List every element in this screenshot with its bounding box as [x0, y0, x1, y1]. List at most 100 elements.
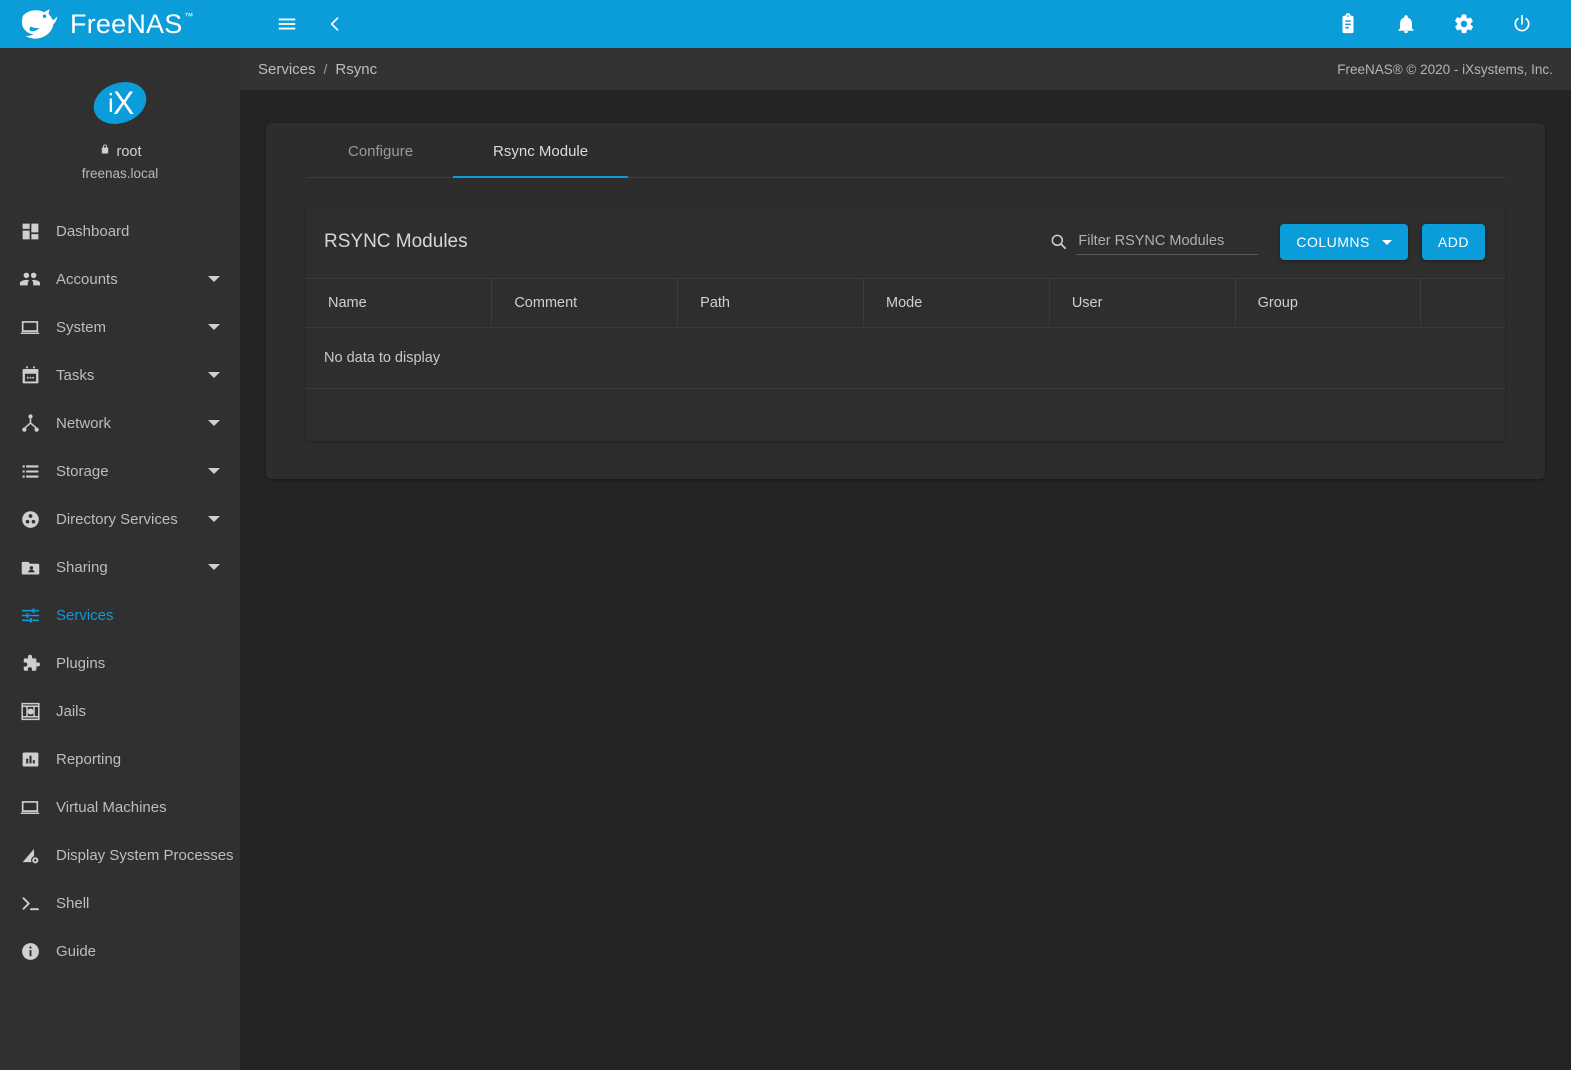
- tab-rsync-module[interactable]: Rsync Module: [453, 123, 628, 178]
- table-title: RSYNC Modules: [324, 231, 468, 253]
- sidebar-item-label: System: [48, 319, 208, 336]
- sidebar-item-network[interactable]: Network: [0, 399, 240, 447]
- column-header-group[interactable]: Group: [1235, 279, 1421, 328]
- guide-info-icon: [12, 941, 48, 962]
- page-scroll: Configure Rsync Module RSYNC Modules: [240, 90, 1571, 1070]
- toolbar-actions: COLUMNS ADD: [1049, 224, 1485, 260]
- clipboard-icon[interactable]: [1331, 7, 1365, 41]
- top-bar: FreeNAS™: [0, 0, 1571, 48]
- sidebar-item-guide[interactable]: Guide: [0, 927, 240, 975]
- search-icon: [1049, 232, 1068, 255]
- sidebar-item-services[interactable]: Services: [0, 591, 240, 639]
- column-header-comment[interactable]: Comment: [492, 279, 678, 328]
- sidebar-item-dashboard[interactable]: Dashboard: [0, 207, 240, 255]
- display-system-processes-icon: [12, 845, 48, 866]
- sidebar-item-shell[interactable]: Shell: [0, 879, 240, 927]
- columns-button-label: COLUMNS: [1296, 234, 1370, 250]
- brand-name: FreeNAS™: [70, 11, 182, 38]
- column-header-mode[interactable]: Mode: [863, 279, 1049, 328]
- column-header-user[interactable]: User: [1049, 279, 1235, 328]
- sidebar-item-jails[interactable]: Jails: [0, 687, 240, 735]
- directory-services-icon: [12, 509, 48, 530]
- sidebar: i X root freenas.local: [0, 48, 240, 1070]
- bell-icon[interactable]: [1389, 7, 1423, 41]
- rsync-modules-table: Name Comment Path Mode User Group: [306, 278, 1505, 389]
- sidebar-item-display-system-processes[interactable]: Display System Processes: [0, 831, 240, 879]
- top-bar-actions: [240, 0, 1571, 48]
- table-empty-row: No data to display: [306, 328, 1505, 389]
- columns-button[interactable]: COLUMNS: [1280, 224, 1408, 260]
- sidebar-item-label: Storage: [48, 463, 208, 480]
- brand-logo[interactable]: FreeNAS™: [0, 0, 240, 48]
- storage-icon: [12, 461, 48, 482]
- hamburger-menu-icon[interactable]: [270, 7, 304, 41]
- chevron-down-icon[interactable]: [208, 516, 220, 522]
- freenas-app: FreeNAS™: [0, 0, 1571, 1070]
- plugins-puzzle-icon: [12, 653, 48, 674]
- gear-icon[interactable]: [1447, 7, 1481, 41]
- sidebar-item-label: Virtual Machines: [48, 799, 224, 816]
- sidebar-item-reporting[interactable]: Reporting: [0, 735, 240, 783]
- sharing-folder-icon: [12, 557, 48, 578]
- search-box: [1049, 230, 1266, 255]
- sidebar-item-label: Tasks: [48, 367, 208, 384]
- sidebar-item-label: Plugins: [48, 655, 224, 672]
- sidebar-item-label: Network: [48, 415, 208, 432]
- sidebar-username-text: root: [117, 142, 142, 162]
- sidebar-item-label: Reporting: [48, 751, 224, 768]
- table-header-row: Name Comment Path Mode User Group: [306, 279, 1505, 328]
- add-button[interactable]: ADD: [1422, 224, 1485, 260]
- accounts-people-icon: [12, 268, 48, 290]
- ix-avatar-icon: i X: [91, 74, 149, 132]
- tab-bar: Configure Rsync Module: [306, 123, 1505, 178]
- lock-icon: [99, 142, 111, 162]
- sidebar-hostname: freenas.local: [0, 166, 240, 181]
- virtual-machines-icon: [12, 796, 48, 818]
- chevron-down-icon[interactable]: [208, 276, 220, 282]
- table-body: No data to display: [306, 328, 1505, 389]
- tab-configure[interactable]: Configure: [308, 123, 453, 178]
- chevron-down-icon[interactable]: [208, 420, 220, 426]
- system-laptop-icon: [12, 316, 48, 338]
- column-header-path[interactable]: Path: [678, 279, 864, 328]
- sidebar-item-label: Display System Processes: [48, 847, 234, 864]
- network-icon: [12, 413, 48, 434]
- sidebar-item-directory-services[interactable]: Directory Services: [0, 495, 240, 543]
- chevron-left-icon[interactable]: [318, 7, 352, 41]
- breadcrumb-item-services[interactable]: Services: [250, 61, 324, 78]
- breadcrumb-item-rsync: Rsync: [327, 61, 385, 78]
- sidebar-item-storage[interactable]: Storage: [0, 447, 240, 495]
- sidebar-item-label: Shell: [48, 895, 224, 912]
- power-icon[interactable]: [1505, 7, 1539, 41]
- services-sliders-icon: [12, 605, 48, 626]
- content-area: Services / Rsync FreeNAS® © 2020 - iXsys…: [240, 48, 1571, 1070]
- rsync-panel: Configure Rsync Module RSYNC Modules: [266, 123, 1545, 479]
- sidebar-item-sharing[interactable]: Sharing: [0, 543, 240, 591]
- sidebar-item-virtual-machines[interactable]: Virtual Machines: [0, 783, 240, 831]
- column-header-name[interactable]: Name: [306, 279, 492, 328]
- tasks-calendar-icon: [12, 365, 48, 386]
- freenas-fish-logo-icon: [18, 7, 60, 41]
- topbar-action-group: [1331, 7, 1553, 41]
- search-input[interactable]: [1076, 230, 1258, 255]
- chevron-down-icon[interactable]: [208, 468, 220, 474]
- sidebar-item-tasks[interactable]: Tasks: [0, 351, 240, 399]
- table-toolbar: RSYNC Modules COLUMNS: [306, 206, 1505, 278]
- sidebar-item-label: Accounts: [48, 271, 208, 288]
- sidebar-item-label: Jails: [48, 703, 224, 720]
- sidebar-item-accounts[interactable]: Accounts: [0, 255, 240, 303]
- table-header: Name Comment Path Mode User Group: [306, 279, 1505, 328]
- sidebar-item-label: Guide: [48, 943, 224, 960]
- sidebar-item-system[interactable]: System: [0, 303, 240, 351]
- chevron-down-icon[interactable]: [208, 372, 220, 378]
- sidebar-item-label: Dashboard: [48, 223, 224, 240]
- chevron-down-icon[interactable]: [208, 564, 220, 570]
- sidebar-user-block: i X root freenas.local: [0, 48, 240, 197]
- table-footer: [306, 389, 1505, 441]
- breadcrumb: Services / Rsync FreeNAS® © 2020 - iXsys…: [240, 48, 1571, 90]
- chevron-down-icon[interactable]: [208, 324, 220, 330]
- svg-text:X: X: [113, 85, 134, 121]
- rsync-modules-table-card: RSYNC Modules COLUMNS: [306, 206, 1505, 441]
- sidebar-item-label: Services: [48, 607, 224, 624]
- sidebar-item-plugins[interactable]: Plugins: [0, 639, 240, 687]
